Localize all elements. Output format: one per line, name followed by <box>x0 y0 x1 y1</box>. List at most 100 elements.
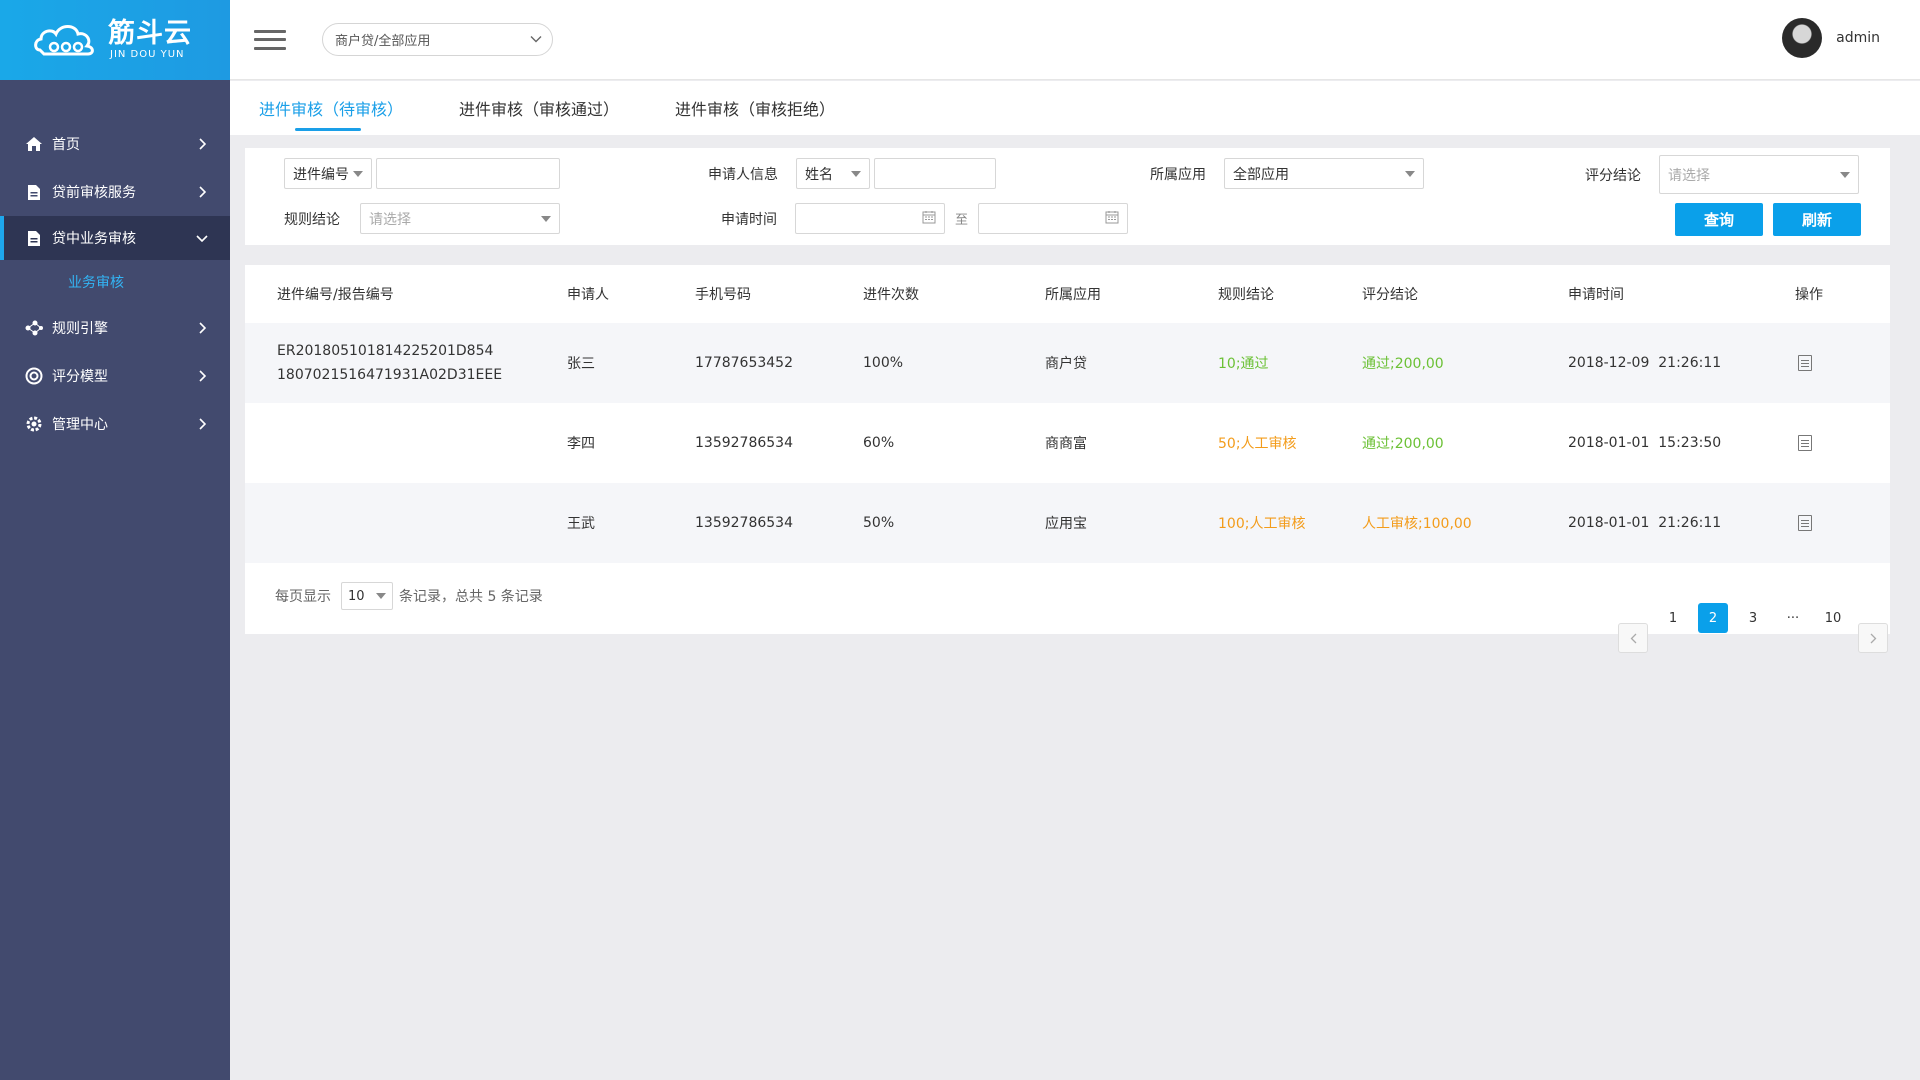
calendar-icon <box>1105 210 1119 228</box>
username: admin <box>1836 30 1880 46</box>
chevron-right-icon <box>196 138 208 150</box>
sidebar-item-label: 贷前审核服务 <box>52 185 136 201</box>
rule-conclusion-label: 规则结论 <box>284 211 340 228</box>
caret-down-icon <box>353 170 363 177</box>
app-scope-select[interactable]: 商户贷/全部应用 <box>322 23 553 56</box>
target-icon <box>24 366 44 386</box>
caret-down-icon <box>541 215 551 222</box>
page-button[interactable]: 1 <box>1658 603 1688 633</box>
chevron-right-icon <box>196 418 208 430</box>
caret-down-icon <box>1840 171 1850 178</box>
next-page-button[interactable] <box>1858 623 1888 653</box>
sidebar-item-label: 规则引擎 <box>52 321 108 337</box>
col-header-no: 进件编号/报告编号 <box>277 287 394 303</box>
home-icon <box>24 134 44 154</box>
application-table: 进件编号/报告编号 申请人 手机号码 进件次数 所属应用 规则结论 评分结论 申… <box>245 265 1890 634</box>
prev-page-button[interactable] <box>1618 623 1648 653</box>
page-size-value: 10 <box>348 588 365 604</box>
start-date-input[interactable] <box>795 203 945 234</box>
app-name: 商商富 <box>1045 436 1087 452</box>
sidebar-item-score-model[interactable]: 评分模型 <box>0 352 230 400</box>
col-header-applicant: 申请人 <box>567 287 609 303</box>
user-menu[interactable]: admin <box>1782 18 1880 58</box>
col-header-count: 进件次数 <box>863 287 919 303</box>
applicant-name: 王武 <box>567 516 595 532</box>
col-header-rule: 规则结论 <box>1218 287 1274 303</box>
gear-icon <box>24 414 44 434</box>
app-select[interactable]: 全部应用 <box>1224 158 1424 189</box>
tab-approved[interactable]: 进件审核（审核通过） <box>459 81 619 135</box>
page-button-current[interactable]: 2 <box>1698 603 1728 633</box>
sidebar-item-admin-center[interactable]: 管理中心 <box>0 400 230 448</box>
apply-time: 2018-12-09 21:26:11 <box>1568 355 1722 371</box>
apply-time: 2018-01-01 21:26:11 <box>1568 515 1722 531</box>
date-range-separator: 至 <box>955 213 969 228</box>
rule-conclusion-placeholder: 请选择 <box>369 211 411 228</box>
table-row[interactable]: 李四 13592786534 60% 商商富 50;人工审核 通过;200,00… <box>245 403 1890 483</box>
application-no: ER20180510181422520​1D854 <box>277 343 494 359</box>
chevron-right-icon <box>196 322 208 334</box>
page-ellipsis: ··· <box>1786 610 1800 626</box>
query-button[interactable]: 查询 <box>1675 203 1763 236</box>
sidebar-item-label: 评分模型 <box>52 369 108 385</box>
application-count: 50% <box>863 515 895 531</box>
rule-conclusion: 100;人工审核 <box>1218 516 1306 532</box>
col-header-time: 申请时间 <box>1568 287 1624 303</box>
application-no-type-select[interactable]: 进件编号 <box>284 158 372 189</box>
app-label: 所属应用 <box>1150 166 1206 183</box>
caret-down-icon <box>376 593 386 599</box>
view-detail-icon[interactable] <box>1798 355 1812 371</box>
sidebar-item-label: 管理中心 <box>52 417 108 433</box>
view-detail-icon[interactable] <box>1798 515 1812 531</box>
applicant-field-value: 姓名 <box>805 166 833 183</box>
page-size-select[interactable]: 10 <box>341 582 393 610</box>
avatar[interactable] <box>1782 18 1823 58</box>
applicant-info-label: 申请人信息 <box>708 166 778 183</box>
sidebar-item-inloan[interactable]: 贷中业务审核 <box>0 216 230 260</box>
apply-time-label: 申请时间 <box>721 211 777 228</box>
sidebar-item-preloan[interactable]: 贷前审核服务 <box>0 168 230 216</box>
apply-time: 2018-01-01 15:23:50 <box>1568 435 1722 451</box>
brand-logo[interactable]: 筋斗云 JIN DOU YUN <box>0 0 230 80</box>
calendar-icon <box>922 210 936 228</box>
menu-toggle-icon[interactable] <box>254 28 286 52</box>
nodes-icon <box>24 318 44 338</box>
phone-number: 17787653452 <box>695 355 793 371</box>
sidebar-item-home[interactable]: 首页 <box>0 120 230 168</box>
application-count: 100% <box>863 355 904 371</box>
col-header-phone: 手机号码 <box>695 287 751 303</box>
tab-rejected[interactable]: 进件审核（审核拒绝） <box>675 81 835 135</box>
table-row[interactable]: ER20180510181422520​1D854 18070215164719… <box>245 323 1890 403</box>
col-header-score: 评分结论 <box>1362 287 1418 303</box>
page-button[interactable]: 3 <box>1738 603 1768 633</box>
view-detail-icon[interactable] <box>1798 435 1812 451</box>
refresh-button[interactable]: 刷新 <box>1773 203 1861 236</box>
sidebar-item-label: 首页 <box>52 137 80 153</box>
applicant-info-input[interactable] <box>874 158 996 189</box>
document-icon <box>24 182 44 202</box>
score-conclusion-select[interactable]: 请选择 <box>1659 155 1859 194</box>
phone-number: 13592786534 <box>695 515 793 531</box>
top-header: 商户贷/全部应用 admin <box>230 0 1920 80</box>
col-header-actions: 操作 <box>1795 287 1823 303</box>
app-scope-value: 商户贷/全部应用 <box>335 34 431 49</box>
phone-number: 13592786534 <box>695 435 793 451</box>
page-button[interactable]: 10 <box>1818 603 1848 633</box>
applicant-name: 张三 <box>567 356 595 372</box>
rule-conclusion: 50;人工审核 <box>1218 436 1297 452</box>
applicant-field-select[interactable]: 姓名 <box>796 158 870 189</box>
rule-conclusion-select[interactable]: 请选择 <box>360 203 560 234</box>
tab-pending[interactable]: 进件审核（待审核） <box>259 81 403 135</box>
report-no: 1807021516471931A02D31EEE <box>277 367 503 383</box>
app-name: 商户贷 <box>1045 356 1087 372</box>
sidebar-item-rule-engine[interactable]: 规则引擎 <box>0 304 230 352</box>
end-date-input[interactable] <box>978 203 1129 234</box>
table-row[interactable]: 王武 13592786534 50% 应用宝 100;人工审核 人工审核;100… <box>245 483 1890 563</box>
pagination: 1 2 3 ··· 10 <box>1608 583 1888 653</box>
col-header-app: 所属应用 <box>1045 287 1101 303</box>
applicant-name: 李四 <box>567 436 595 452</box>
application-no-input[interactable] <box>376 158 560 189</box>
sidebar-subitem-business-review[interactable]: 业务审核 <box>0 260 230 304</box>
review-tabs: 进件审核（待审核） 进件审核（审核通过） 进件审核（审核拒绝） <box>230 81 1920 135</box>
chevron-down-icon <box>196 232 208 244</box>
